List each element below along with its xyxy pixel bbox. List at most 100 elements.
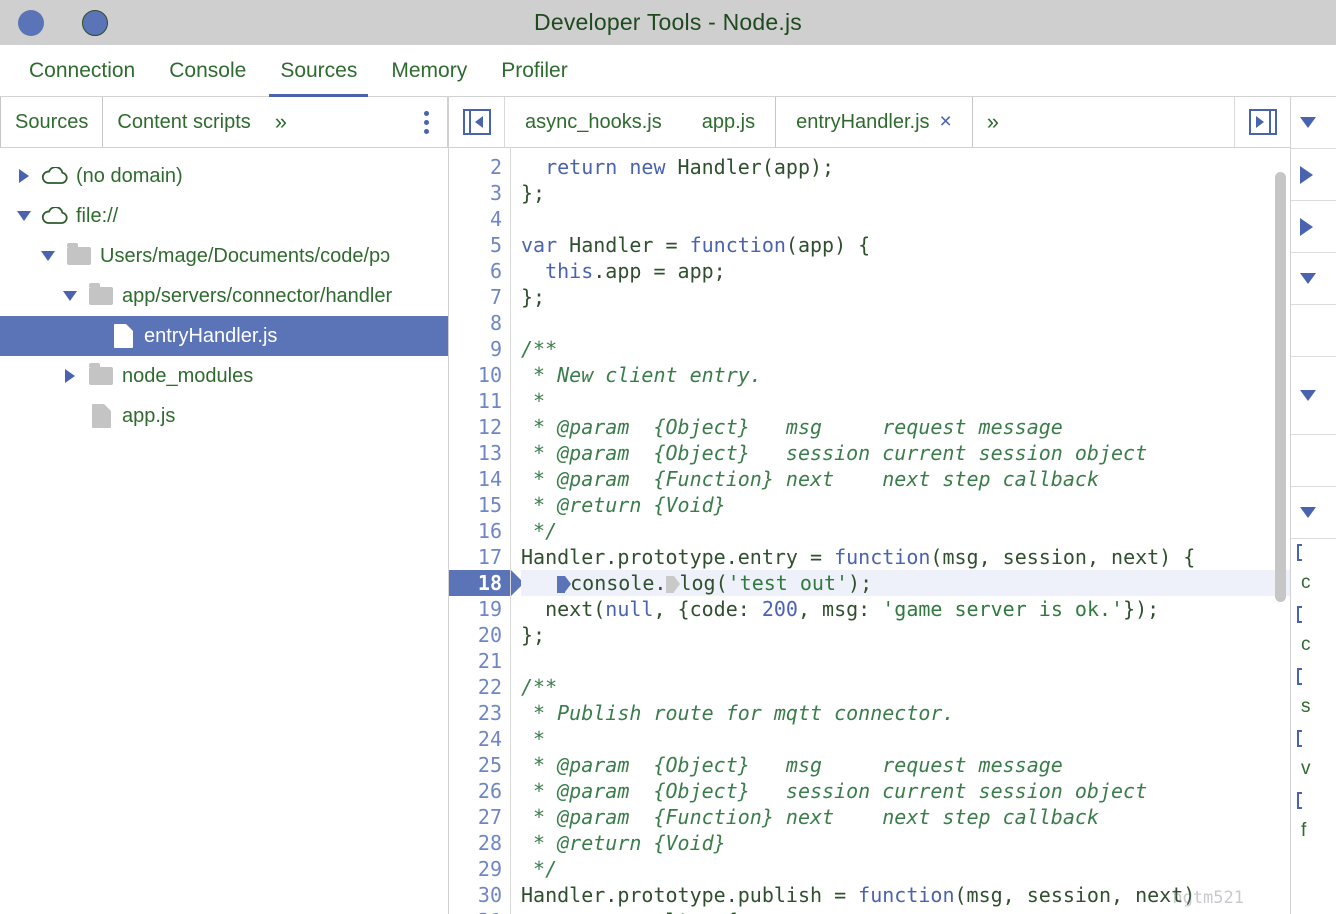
debug-section-callstack[interactable] bbox=[1291, 357, 1336, 435]
tree-item-users-path[interactable]: Users/mage/Documents/code/pɔ bbox=[0, 236, 448, 276]
tab-sources[interactable]: Sources bbox=[263, 45, 374, 97]
line-number[interactable]: 4 bbox=[449, 206, 511, 232]
arrow-right-icon[interactable] bbox=[1300, 165, 1313, 184]
debug-section-watch[interactable] bbox=[1291, 253, 1336, 305]
debug-section-resume[interactable] bbox=[1291, 149, 1336, 201]
line-number-gutter[interactable]: 2 3 4 5 6 7 8 9 10 11 12 13 14 15 16 17 18 19 20 21 22 23 24 25… bbox=[449, 148, 524, 914]
debug-section-empty-1 bbox=[1291, 305, 1336, 357]
code-token: this bbox=[545, 259, 594, 283]
chevron-down-icon[interactable] bbox=[56, 291, 84, 301]
editor-tab-async-hooks-js[interactable]: async_hooks.js bbox=[505, 97, 682, 147]
code-token: 'game server is ok.' bbox=[882, 597, 1124, 621]
code-token: console. bbox=[570, 571, 667, 595]
folder-icon bbox=[62, 243, 96, 265]
partial-box-icon bbox=[1297, 729, 1302, 747]
chevron-down-icon[interactable] bbox=[1300, 507, 1316, 518]
line-number[interactable]: 11 bbox=[449, 388, 511, 414]
line-number[interactable]: 27 bbox=[449, 804, 511, 830]
line-number[interactable]: 12 bbox=[449, 414, 511, 440]
chevron-down-icon[interactable] bbox=[34, 251, 62, 261]
tree-item-label: file:// bbox=[76, 204, 119, 227]
line-number[interactable]: 21 bbox=[449, 648, 511, 674]
line-number[interactable]: 23 bbox=[449, 700, 511, 726]
main-body: Sources Content scripts » (no domain) fi… bbox=[0, 97, 1336, 914]
debug-row-2[interactable]: c bbox=[1291, 627, 1336, 663]
line-number[interactable]: 13 bbox=[449, 440, 511, 466]
code-token: (msg, session, next) { bbox=[930, 545, 1196, 569]
close-icon[interactable]: × bbox=[940, 110, 952, 134]
line-number[interactable]: 25 bbox=[449, 752, 511, 778]
vertical-scrollbar[interactable] bbox=[1275, 172, 1286, 602]
editor-tab-entryhandler-js[interactable]: entryHandler.js × bbox=[775, 97, 973, 147]
tab-profiler[interactable]: Profiler bbox=[484, 45, 585, 96]
kebab-menu-icon[interactable] bbox=[406, 97, 448, 147]
chevron-right-icon[interactable] bbox=[56, 369, 84, 383]
line-number[interactable]: 14 bbox=[449, 466, 511, 492]
line-number[interactable]: 10 bbox=[449, 362, 511, 388]
line-number[interactable]: 31 bbox=[449, 908, 511, 914]
breakpoint-marker-icon[interactable] bbox=[557, 576, 572, 593]
code-viewer[interactable]: 2 3 4 5 6 7 8 9 10 11 12 13 14 15 16 17 18 19 20 21 22 23 24 25… bbox=[449, 148, 1290, 914]
line-number[interactable]: 15 bbox=[449, 492, 511, 518]
chevron-down-icon[interactable] bbox=[10, 211, 38, 221]
line-number[interactable]: 22 bbox=[449, 674, 511, 700]
debug-row-1[interactable]: c bbox=[1291, 565, 1336, 601]
tree-item-no-domain[interactable]: (no domain) bbox=[0, 156, 448, 196]
line-number[interactable]: 16 bbox=[449, 518, 511, 544]
chevron-down-icon[interactable] bbox=[1300, 117, 1316, 128]
line-number[interactable]: 8 bbox=[449, 310, 511, 336]
line-number[interactable]: 18 bbox=[449, 570, 524, 596]
line-number[interactable]: 30 bbox=[449, 882, 511, 908]
chevron-down-icon[interactable] bbox=[1300, 390, 1316, 401]
editor-tab-label: entryHandler.js bbox=[796, 110, 930, 133]
code-content[interactable]: return new Handler(app);}; var Handler = … bbox=[511, 148, 1290, 914]
collapse-left-icon[interactable] bbox=[449, 97, 505, 147]
debug-section-paused[interactable] bbox=[1291, 97, 1336, 149]
debug-section-scope[interactable] bbox=[1291, 487, 1336, 539]
line-number[interactable]: 5 bbox=[449, 232, 511, 258]
chevron-down-icon[interactable] bbox=[1300, 273, 1316, 284]
code-line: }; bbox=[521, 284, 1290, 310]
tree-item-file-protocol[interactable]: file:// bbox=[0, 196, 448, 236]
code-line: * @param {Object} session current sessio… bbox=[521, 440, 1290, 466]
subtab-content-scripts[interactable]: Content scripts bbox=[103, 97, 264, 147]
tree-item-app-js[interactable]: app.js bbox=[0, 396, 448, 436]
line-number[interactable]: 6 bbox=[449, 258, 511, 284]
editor-more-button[interactable]: » bbox=[973, 97, 1013, 147]
navigator-more-button[interactable]: » bbox=[265, 97, 297, 147]
editor-tab-label: app.js bbox=[701, 110, 756, 133]
code-token: }); bbox=[1123, 597, 1160, 621]
line-number[interactable]: 2 bbox=[449, 154, 511, 180]
line-number[interactable]: 28 bbox=[449, 830, 511, 856]
line-number[interactable]: 24 bbox=[449, 726, 511, 752]
debug-row-3[interactable]: s bbox=[1291, 689, 1336, 725]
tab-console[interactable]: Console bbox=[152, 45, 263, 96]
debug-section-step[interactable] bbox=[1291, 201, 1336, 253]
line-number[interactable]: 29 bbox=[449, 856, 511, 882]
cloud-icon bbox=[38, 167, 72, 185]
debug-row-label: s bbox=[1301, 696, 1311, 717]
tab-memory[interactable]: Memory bbox=[374, 45, 484, 96]
subtab-sources[interactable]: Sources bbox=[0, 97, 104, 147]
editor-tab-label: async_hooks.js bbox=[525, 110, 662, 133]
tree-item-handler-path[interactable]: app/servers/connector/handler bbox=[0, 276, 448, 316]
triangle-right-icon[interactable] bbox=[1300, 217, 1313, 236]
tree-item-entryhandler-js[interactable]: entryHandler.js bbox=[0, 316, 448, 356]
line-number[interactable]: 17 bbox=[449, 544, 511, 570]
partial-box-icon bbox=[1297, 605, 1302, 623]
debug-row-5[interactable]: f bbox=[1291, 813, 1336, 849]
line-number[interactable]: 7 bbox=[449, 284, 511, 310]
line-number[interactable]: 19 bbox=[449, 596, 511, 622]
line-number[interactable]: 3 bbox=[449, 180, 511, 206]
inline-marker-icon[interactable] bbox=[666, 576, 681, 593]
tree-item-node-modules[interactable]: node_modules bbox=[0, 356, 448, 396]
tab-connection[interactable]: Connection bbox=[12, 45, 152, 96]
line-number[interactable]: 26 bbox=[449, 778, 511, 804]
line-number[interactable]: 20 bbox=[449, 622, 511, 648]
editor-tab-app-js[interactable]: app.js bbox=[682, 97, 775, 147]
chevron-right-icon[interactable] bbox=[10, 169, 38, 183]
line-number[interactable]: 9 bbox=[449, 336, 511, 362]
debug-row-4[interactable]: v bbox=[1291, 751, 1336, 787]
expand-right-icon[interactable] bbox=[1234, 97, 1290, 147]
